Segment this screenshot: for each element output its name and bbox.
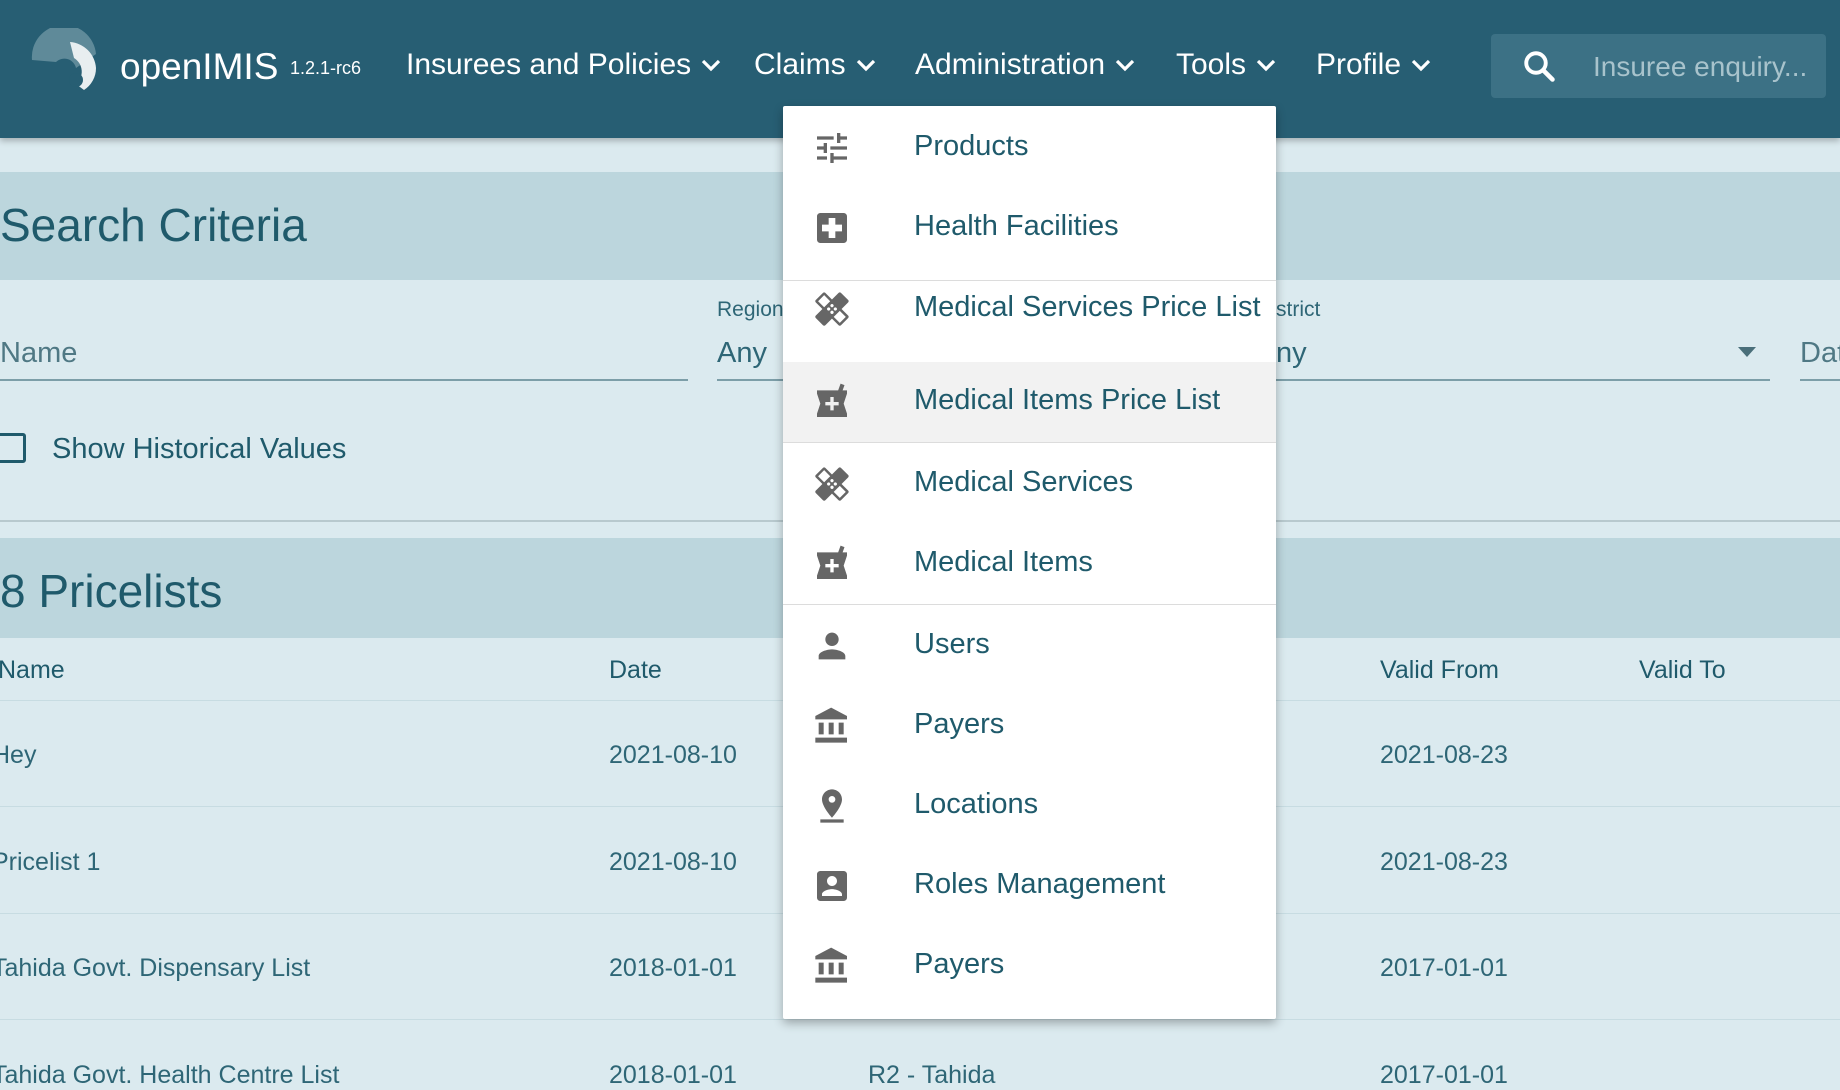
column-header-date[interactable]: Date <box>609 656 662 685</box>
show-historical-checkbox[interactable] <box>0 433 26 463</box>
column-header-valid-to[interactable]: Valid To <box>1639 656 1726 685</box>
menu-item-users[interactable]: Users <box>783 606 1276 686</box>
nav-insurees-and-policies[interactable]: Insurees and Policies <box>406 48 723 82</box>
pricelists-title: 8 Pricelists <box>0 565 223 617</box>
region-underline <box>717 379 783 381</box>
menu-item-medical-items-price-list[interactable]: Medical Items Price List <box>783 362 1276 442</box>
nav-label: Profile <box>1316 48 1402 81</box>
cell-date: 2018-01-01 <box>609 1061 737 1089</box>
menu-item-medical-services-price-list[interactable]: Medical Services Price List <box>783 269 1276 349</box>
row-divider <box>0 1019 1840 1020</box>
menu-item-label: Payers <box>914 948 1005 980</box>
search-criteria-title: Search Criteria <box>0 199 307 251</box>
cell-region: R2 - Tahida <box>868 1061 996 1089</box>
district-dropdown-arrow-icon[interactable] <box>1738 347 1756 357</box>
menu-item-label: Health Facilities <box>914 210 1119 242</box>
menu-divider <box>783 604 1276 605</box>
chevron-down-icon <box>1256 59 1276 72</box>
nav-label: Insurees and Policies <box>406 48 692 81</box>
nav-administration[interactable]: Administration <box>915 48 1137 82</box>
column-header-name[interactable]: Name <box>0 656 65 685</box>
cell-valid-from: 2017-01-01 <box>1380 1061 1508 1089</box>
administration-menu: Products Health Facilities Medical Servi… <box>783 106 1276 1019</box>
cell-name[interactable]: Hey <box>0 741 36 770</box>
search-icon <box>1524 51 1555 82</box>
pin-drop-icon <box>820 789 844 823</box>
cell-date: 2021-08-10 <box>609 848 737 876</box>
menu-item-label: Medical Items <box>914 546 1093 578</box>
bank-icon <box>815 707 847 743</box>
menu-item-medical-items[interactable]: Medical Items <box>783 524 1276 604</box>
healing-icon <box>815 292 849 326</box>
menu-item-medical-services[interactable]: Medical Services <box>783 444 1276 524</box>
district-select[interactable]: ny <box>1276 337 1307 370</box>
openimis-logo[interactable] <box>26 28 102 94</box>
bank-icon <box>815 947 847 983</box>
cell-valid-from: 2017-01-01 <box>1380 954 1508 982</box>
cell-valid-from: 2021-08-23 <box>1380 741 1508 769</box>
nav-claims[interactable]: Claims <box>754 48 878 82</box>
menu-item-label: Payers <box>914 708 1005 740</box>
menu-item-health-facilities[interactable]: Health Facilities <box>783 188 1276 268</box>
nav-label: Claims <box>754 48 846 81</box>
name-field[interactable]: Name <box>0 337 77 370</box>
cell-valid-from: 2021-08-23 <box>1380 848 1508 876</box>
version-label: 1.2.1-rc6 <box>290 58 362 78</box>
brand-name[interactable]: openIMIS <box>120 46 278 88</box>
name-field-underline <box>0 379 688 381</box>
menu-item-payers[interactable]: Payers <box>783 686 1276 766</box>
menu-item-label: Medical Items Price List <box>914 384 1221 416</box>
chevron-down-icon <box>1411 59 1431 72</box>
district-underline <box>1276 379 1770 381</box>
cell-date: 2018-01-01 <box>609 954 737 982</box>
menu-item-payers[interactable]: Payers <box>783 926 1276 1006</box>
menu-divider <box>783 442 1276 443</box>
tune-icon <box>817 133 847 163</box>
person-icon <box>818 632 846 660</box>
nav-label: Tools <box>1176 48 1247 81</box>
date-field[interactable]: Dat <box>1800 337 1840 370</box>
date-underline <box>1800 379 1840 381</box>
cell-name[interactable]: Pricelist 1 <box>0 848 100 877</box>
menu-item-label: Medical Services Price List <box>914 291 1261 323</box>
chevron-down-icon <box>1115 59 1135 72</box>
cell-name[interactable]: Tahida Govt. Dispensary List <box>0 954 310 983</box>
show-historical-label[interactable]: Show Historical Values <box>52 433 346 466</box>
cell-name[interactable]: Tahida Govt. Health Centre List <box>0 1061 339 1090</box>
district-label: strict <box>1276 298 1321 321</box>
menu-item-label: Users <box>914 628 990 660</box>
menu-item-label: Products <box>914 130 1029 162</box>
nav-tools[interactable]: Tools <box>1176 48 1278 82</box>
insuree-search-box[interactable] <box>1491 34 1826 98</box>
menu-item-locations[interactable]: Locations <box>783 766 1276 846</box>
cell-date: 2021-08-10 <box>609 741 737 769</box>
hospital-box-icon <box>817 213 847 243</box>
region-label: Region <box>717 298 784 321</box>
local-pharmacy-icon <box>817 545 847 579</box>
chevron-down-icon <box>856 59 875 72</box>
healing-icon <box>815 467 849 501</box>
insuree-search-input[interactable] <box>1591 46 1817 88</box>
menu-item-roles-management[interactable]: Roles Management <box>783 846 1276 926</box>
column-header-valid-from[interactable]: Valid From <box>1380 656 1499 685</box>
menu-item-label: Roles Management <box>914 868 1166 900</box>
region-select[interactable]: Any <box>717 337 767 370</box>
menu-item-products[interactable]: Products <box>783 108 1276 188</box>
chevron-down-icon <box>702 59 721 72</box>
menu-item-label: Locations <box>914 788 1039 820</box>
nav-label: Administration <box>915 48 1106 81</box>
menu-item-label: Medical Services <box>914 466 1134 498</box>
nav-profile[interactable]: Profile <box>1316 48 1433 82</box>
local-pharmacy-icon <box>817 383 847 417</box>
account-box-icon <box>817 871 847 901</box>
